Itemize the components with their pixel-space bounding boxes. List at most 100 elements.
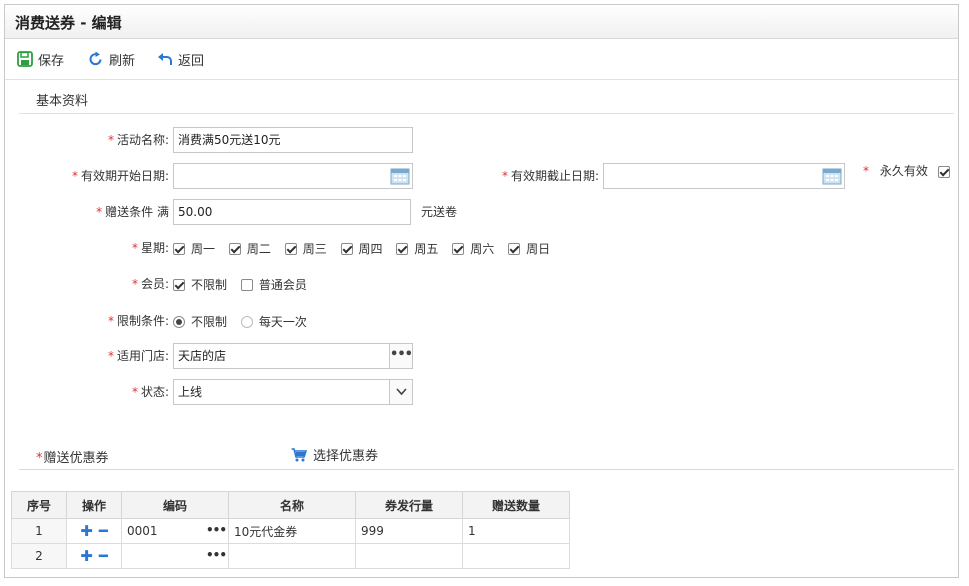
coupon-section-title: *赠送优惠券 — [36, 451, 109, 466]
weekday-sun[interactable]: 周日 — [508, 235, 550, 262]
required-mark: * — [131, 277, 138, 291]
limit-unlimited[interactable]: 不限制 — [173, 308, 227, 335]
limit-once-daily[interactable]: 每天一次 — [240, 308, 307, 335]
weekday-checkbox[interactable] — [340, 242, 353, 255]
chevron-down-icon — [396, 388, 407, 396]
condition-amount-input[interactable]: 50.00 — [173, 199, 411, 225]
weekday-sat[interactable]: 周六 — [452, 235, 494, 262]
status-select[interactable]: 上线 — [173, 379, 413, 405]
back-button[interactable]: 返回 — [157, 49, 204, 69]
row-issue-qty[interactable] — [355, 543, 463, 569]
cart-icon — [291, 447, 307, 461]
refresh-button-label: 刷新 — [109, 53, 136, 69]
store-label: * 适用门店: — [107, 349, 169, 363]
col-gift-qty: 赠送数量 — [462, 491, 570, 519]
col-name: 名称 — [228, 491, 356, 519]
required-mark: * — [501, 169, 508, 183]
row-index: 1 — [11, 518, 67, 544]
title-bar: 消费送券 - 编辑 — [5, 5, 958, 39]
weekday-mon[interactable]: 周一 — [173, 235, 215, 262]
weekday-checkbox[interactable] — [228, 242, 241, 255]
col-index: 序号 — [11, 491, 67, 519]
condition-label: * 赠送条件 满 — [96, 205, 169, 219]
table-header-row: 序号 操作 编码 名称 券发行量 赠送数量 — [11, 491, 570, 519]
code-browse-button[interactable]: ••• — [206, 548, 227, 562]
start-date-label: * 有效期开始日期: — [71, 169, 169, 183]
weekday-options: 周一 周二 周三 周四 周五 周六 周日 — [173, 235, 560, 262]
condition-suffix: 元送卷 — [421, 205, 458, 219]
permanent-checkbox[interactable] — [937, 165, 950, 178]
refresh-icon — [89, 51, 102, 66]
add-row-icon[interactable]: ✚ — [80, 522, 93, 540]
row-name: 10元代金券 — [228, 518, 356, 544]
required-mark: * — [36, 451, 43, 466]
limit-once-daily-radio[interactable] — [240, 315, 253, 328]
row-code-cell[interactable]: ••• — [121, 543, 229, 569]
select-coupon-button[interactable]: 选择优惠券 — [291, 445, 378, 464]
weekday-tue[interactable]: 周二 — [228, 235, 271, 262]
member-unlimited-checkbox[interactable] — [173, 278, 185, 291]
status-label: * 状态: — [131, 385, 169, 399]
back-arrow-icon — [158, 53, 172, 65]
required-mark: * — [131, 241, 138, 255]
remove-row-icon[interactable]: ━ — [99, 522, 108, 540]
edit-window: 消费送券 - 编辑 保存 刷新 返回 基本资料 * 活动名称: 消费满50元送1… — [4, 4, 959, 578]
required-mark: * — [71, 169, 78, 183]
row-actions: ✚ ━ — [66, 518, 122, 544]
col-actions: 操作 — [66, 491, 122, 519]
weekday-checkbox[interactable] — [452, 242, 465, 255]
row-index: 2 — [11, 543, 67, 569]
basic-info-title: 基本资料 — [36, 94, 89, 109]
limit-unlimited-radio[interactable] — [173, 315, 185, 328]
end-date-input[interactable] — [603, 163, 845, 189]
calendar-icon[interactable] — [390, 166, 410, 186]
add-row-icon[interactable]: ✚ — [80, 547, 93, 565]
row-name — [228, 543, 356, 569]
row-issue-qty[interactable]: 999 — [355, 518, 463, 544]
remove-row-icon[interactable]: ━ — [99, 547, 108, 565]
coupon-section-header: *赠送优惠券 选择优惠券 — [19, 443, 954, 470]
col-issue-qty: 券发行量 — [355, 491, 463, 519]
required-mark: * — [107, 314, 114, 328]
row-actions: ✚ ━ — [66, 543, 122, 569]
col-code: 编码 — [121, 491, 229, 519]
toolbar: 保存 刷新 返回 — [5, 39, 958, 80]
activity-name-input[interactable]: 消费满50元送10元 — [173, 127, 413, 153]
limit-label: * 限制条件: — [107, 314, 169, 328]
weekday-checkbox[interactable] — [508, 242, 521, 255]
back-button-label: 返回 — [178, 53, 205, 69]
weekday-thu[interactable]: 周四 — [340, 235, 383, 262]
required-mark: * — [107, 133, 114, 147]
weekday-checkbox[interactable] — [284, 242, 297, 255]
status-dropdown-button[interactable] — [389, 380, 412, 404]
weekday-checkbox[interactable] — [173, 242, 185, 255]
weekday-label: * 星期: — [131, 241, 169, 255]
start-date-input[interactable] — [173, 163, 413, 189]
row-gift-qty[interactable] — [462, 543, 570, 569]
limit-options: 不限制 每天一次 — [173, 308, 317, 335]
permanent-option: * 永久有效 — [863, 158, 950, 184]
member-unlimited[interactable]: 不限制 — [173, 271, 227, 298]
store-input[interactable]: 天店的店 ••• — [173, 343, 413, 369]
weekday-fri[interactable]: 周五 — [396, 235, 438, 262]
required-mark: * — [863, 164, 869, 178]
permanent-label: 永久有效 — [879, 164, 928, 178]
status-value: 上线 — [178, 385, 203, 399]
code-browse-button[interactable]: ••• — [206, 523, 227, 537]
calendar-icon[interactable] — [822, 166, 842, 186]
member-regular-checkbox[interactable] — [240, 278, 253, 291]
save-button[interactable]: 保存 — [17, 49, 64, 69]
required-mark: * — [131, 385, 138, 399]
save-icon — [17, 51, 33, 67]
member-options: 不限制 普通会员 — [173, 271, 317, 298]
member-regular[interactable]: 普通会员 — [240, 271, 307, 298]
row-gift-qty[interactable]: 1 — [462, 518, 570, 544]
save-button-label: 保存 — [38, 53, 65, 69]
weekday-checkbox[interactable] — [396, 242, 409, 255]
weekday-wed[interactable]: 周三 — [284, 235, 327, 262]
store-browse-button[interactable]: ••• — [389, 344, 412, 368]
end-date-label: * 有效期截止日期: — [501, 169, 599, 183]
basic-info-header: 基本资料 — [19, 83, 954, 114]
row-code-cell[interactable]: 0001 ••• — [121, 518, 229, 544]
refresh-button[interactable]: 刷新 — [88, 49, 135, 69]
